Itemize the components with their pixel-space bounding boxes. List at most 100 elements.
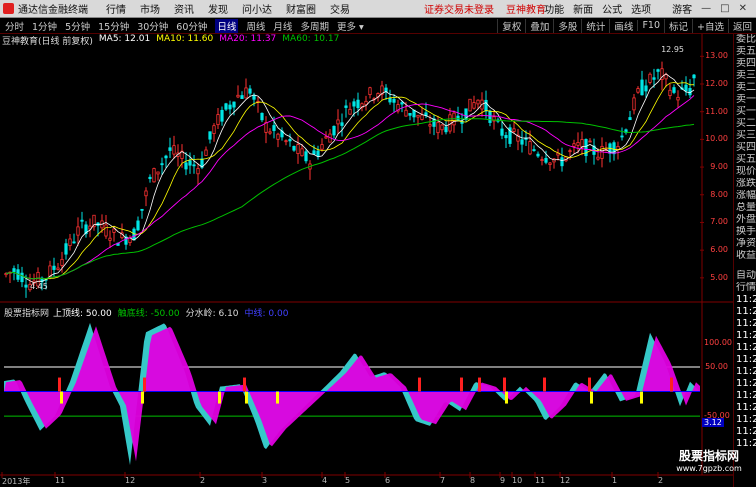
- candle-body: [260, 112, 264, 121]
- date-axis-label: 5: [345, 476, 351, 485]
- candle-body: [272, 125, 276, 131]
- zhongxian-label: 中线: 0.00: [244, 309, 289, 319]
- candle-body: [80, 219, 84, 222]
- candle-body: [440, 124, 444, 131]
- price-axis-label: 8.00: [710, 189, 728, 199]
- candle-body: [676, 96, 680, 101]
- candle-body: [132, 228, 136, 241]
- candle-body: [224, 103, 228, 110]
- quote-row: 换手: [736, 226, 756, 237]
- quote-row: 现价: [736, 166, 756, 177]
- tick-row: 11:2: [736, 426, 756, 437]
- indicator-legend: 股票指标网 上顶线: 50.00 触底线: -50.00 分水岭: 6.10 中…: [4, 306, 288, 319]
- candle-body: [544, 157, 548, 163]
- date-axis-label: 2013年: [2, 477, 31, 486]
- close-icon[interactable]: ✕: [739, 3, 747, 14]
- candle-body: [148, 176, 152, 180]
- water-line-label: 分水岭: 6.10: [185, 309, 239, 319]
- buy-signal-bar: [588, 377, 591, 392]
- candle-body: [232, 101, 236, 108]
- candle-body: [444, 126, 448, 133]
- chart-canvas[interactable]: [0, 0, 733, 487]
- quote-row: 卖一: [736, 94, 756, 105]
- candle-body: [168, 147, 172, 151]
- sell-signal-bar: [505, 391, 508, 404]
- candle-body: [488, 110, 492, 123]
- sell-signal-bar: [218, 391, 221, 404]
- candle-body: [268, 131, 272, 134]
- quote-row: 涨跌: [736, 178, 756, 189]
- candle-body: [136, 220, 140, 231]
- buy-signal-bar: [58, 377, 61, 392]
- tick-row: 11:2: [736, 342, 756, 353]
- tick-row: 11:2: [736, 318, 756, 329]
- candle-body: [164, 155, 168, 159]
- candle-body: [672, 87, 676, 93]
- candle-body: [76, 226, 80, 236]
- bottom-line-label: 触底线: -50.00: [117, 309, 180, 319]
- candle-body: [668, 89, 672, 96]
- sell-signal-bar: [640, 391, 643, 404]
- ma20-line: [5, 95, 695, 280]
- candle-body: [240, 95, 244, 99]
- candle-body: [568, 150, 572, 153]
- quote-row: 买一: [736, 106, 756, 117]
- quote-row: 委比: [736, 34, 756, 45]
- tick-row: 11:2: [736, 378, 756, 389]
- candle-body: [344, 105, 348, 108]
- tick-row: 自动: [736, 270, 756, 281]
- candle-body: [188, 160, 192, 166]
- candle-body: [296, 144, 300, 154]
- candle-body: [512, 128, 516, 132]
- candle-body: [640, 79, 644, 96]
- candle-body: [228, 104, 232, 110]
- candle-body: [400, 102, 404, 105]
- quote-row: 卖五: [736, 46, 756, 57]
- sell-signal-bar: [60, 391, 63, 404]
- ma60-line: [5, 118, 695, 280]
- candle-body: [528, 141, 532, 155]
- buy-signal-bar: [478, 377, 481, 392]
- price-axis-label: 5.00: [710, 272, 728, 282]
- date-axis-label: 6: [385, 476, 391, 485]
- date-axis-label: 11: [535, 476, 546, 485]
- sell-signal-bar: [590, 391, 593, 404]
- candle-body: [628, 117, 632, 121]
- tick-row: 11:2: [736, 294, 756, 305]
- date-axis-label: 2: [658, 476, 664, 485]
- sell-signal-bar: [276, 391, 279, 404]
- date-axis-label: 7: [440, 476, 446, 485]
- quote-row: 买五: [736, 154, 756, 165]
- candle-body: [420, 114, 424, 120]
- candle-body: [156, 171, 160, 175]
- buy-signal-bar: [143, 377, 146, 392]
- candle-body: [620, 135, 624, 138]
- date-axis-label: 12: [560, 476, 571, 485]
- candle-body: [348, 108, 352, 115]
- candle-body: [416, 114, 420, 118]
- current-value-badge: 3.12: [702, 418, 724, 427]
- candle-body: [632, 97, 636, 111]
- candle-body: [60, 258, 64, 266]
- candle-body: [356, 99, 360, 109]
- candle-body: [304, 151, 308, 162]
- quote-row: 买二: [736, 118, 756, 129]
- candle-body: [468, 98, 472, 112]
- quote-row: 卖四: [736, 58, 756, 69]
- tick-row: 11:2: [736, 402, 756, 413]
- watermark-title: 股票指标网: [678, 449, 739, 463]
- candle-body: [20, 272, 24, 283]
- candle-body: [144, 190, 148, 197]
- candle-body: [520, 139, 524, 145]
- quote-row: 总量: [736, 202, 756, 213]
- date-axis-label: 10: [512, 476, 523, 485]
- date-axis-label: 12: [125, 476, 136, 485]
- candle-body: [368, 87, 372, 96]
- candle-body: [532, 149, 536, 151]
- candle-body: [48, 265, 52, 278]
- candle-body: [292, 146, 296, 151]
- candle-body: [24, 284, 28, 288]
- quote-row: 买三: [736, 130, 756, 141]
- candle-body: [172, 145, 176, 155]
- buy-signal-bar: [670, 377, 673, 392]
